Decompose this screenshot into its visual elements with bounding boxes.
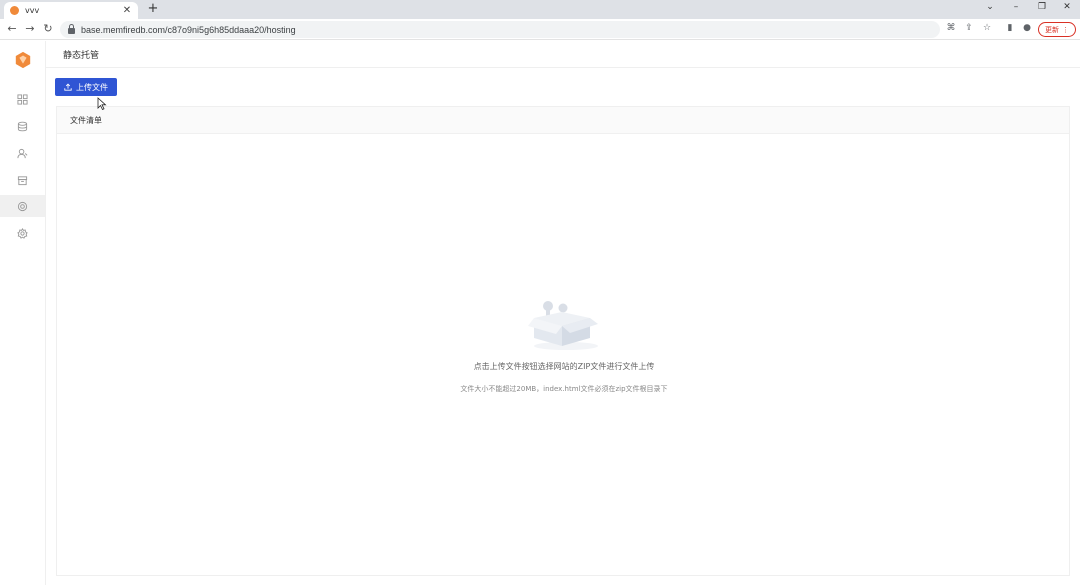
mouse-cursor-icon	[97, 97, 107, 110]
sidebar-item-hosting[interactable]	[0, 195, 45, 217]
bookmark-star-icon[interactable]: ☆	[981, 23, 993, 33]
empty-box-icon	[528, 301, 598, 350]
tab-search-icon[interactable]: ⌄	[983, 2, 997, 12]
sidebar-item-settings[interactable]	[0, 222, 45, 244]
new-tab-icon[interactable]: +	[146, 1, 160, 16]
storage-box-icon	[17, 175, 28, 185]
browser-tab[interactable]: vvv ✕	[4, 2, 138, 19]
hosting-icon	[17, 201, 28, 211]
url-text: base.memfiredb.com/c87o9ni5g6h85ddaaa20/…	[81, 24, 296, 35]
empty-state-hint: 文件大小不能超过20MB，index.html文件必须在zip文件根目录下	[460, 385, 668, 393]
page-title: 静态托管	[63, 51, 100, 61]
sidebar-item-database[interactable]	[0, 115, 45, 137]
upload-file-button[interactable]: 上传文件	[55, 78, 117, 96]
upload-icon	[64, 83, 72, 91]
more-menu-icon: ⋮	[1062, 25, 1069, 34]
address-bar[interactable]: base.memfiredb.com/c87o9ni5g6h85ddaaa20/…	[60, 21, 940, 38]
close-window-icon[interactable]: ✕	[1060, 2, 1074, 12]
gear-icon	[17, 227, 28, 239]
file-list-card: 文件清单 点击上传文件按钮选择网站的ZIP文件进行文件上传 文件大小不能超过20…	[56, 106, 1070, 576]
update-button[interactable]: 更新 ⋮	[1038, 22, 1076, 37]
share-icon[interactable]: ⇪	[963, 23, 975, 33]
minimize-icon[interactable]: –	[1009, 2, 1023, 12]
memfire-logo-icon[interactable]	[14, 51, 32, 69]
sidebar-item-overview[interactable]	[0, 88, 45, 110]
forward-icon[interactable]: →	[23, 22, 37, 35]
translate-icon[interactable]: ⌘	[945, 23, 957, 33]
profile-icon[interactable]: ●	[1021, 23, 1033, 33]
browser-tabbar: vvv ✕ + ⌄ – ❐ ✕	[0, 0, 1080, 19]
back-icon[interactable]: ←	[5, 22, 19, 35]
tab-title: vvv	[25, 6, 40, 15]
app-sidebar	[0, 41, 46, 585]
reload-icon[interactable]: ↻	[41, 22, 55, 35]
close-tab-icon[interactable]: ✕	[122, 5, 132, 16]
grid-icon	[17, 93, 28, 105]
database-icon	[17, 121, 28, 131]
file-list-header: 文件清单	[57, 107, 1069, 134]
user-icon	[17, 148, 28, 158]
sidebar-item-auth[interactable]	[0, 142, 45, 164]
browser-toolbar: ← → ↻ base.memfiredb.com/c87o9ni5g6h85dd…	[0, 19, 1080, 40]
upload-file-label: 上传文件	[76, 82, 108, 92]
sidebar-item-storage[interactable]	[0, 169, 45, 191]
page-header: 静态托管	[46, 41, 1080, 68]
restore-icon[interactable]: ❐	[1035, 2, 1049, 12]
side-panel-icon[interactable]: ▮	[1004, 23, 1016, 33]
file-list-title: 文件清单	[70, 115, 102, 125]
empty-state-message: 点击上传文件按钮选择网站的ZIP文件进行文件上传	[473, 362, 655, 371]
lock-icon	[68, 23, 75, 34]
favicon-icon	[10, 6, 19, 15]
